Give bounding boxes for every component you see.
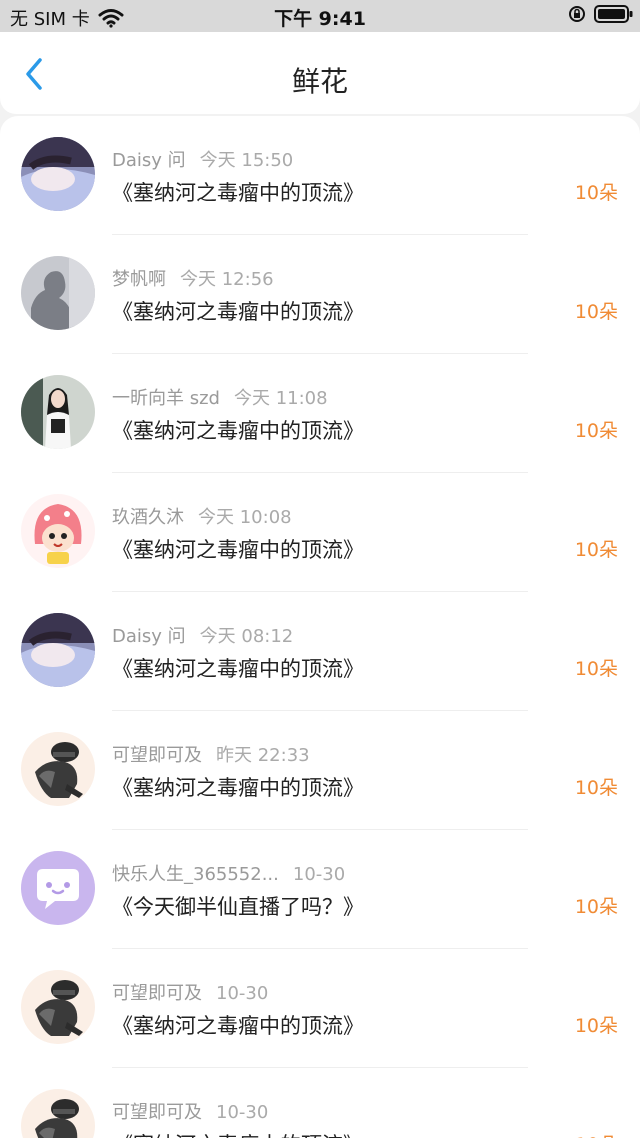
user-name: 可望即可及 <box>112 1102 202 1123</box>
book-title: 《塞纳河之毒瘤中的顶流》 <box>112 1014 364 1038</box>
gift-time: 今天 08:12 <box>199 626 294 647</box>
gift-meta: Daisy 问今天 15:50 <box>112 146 293 172</box>
gift-time: 今天 10:08 <box>198 507 292 528</box>
user-name: Daisy 问 <box>112 150 186 171</box>
book-title: 《塞纳河之毒瘤中的顶流》 <box>112 181 364 205</box>
list-item[interactable]: Daisy 问今天 15:50 《塞纳河之毒瘤中的顶流》 10朵 <box>0 116 640 235</box>
book-title: 《塞纳河之毒瘤中的顶流》 <box>112 1129 364 1138</box>
flower-gift-list: Daisy 问今天 15:50 《塞纳河之毒瘤中的顶流》 10朵 梦帆啊 今天 1… <box>0 116 640 1138</box>
list-item[interactable]: 快乐人生_365552... 10-30 《今天御半仙直播了吗？》 10朵 <box>0 830 640 949</box>
gift-meta: Daisy 问今天 08:12 <box>112 622 293 648</box>
user-name: 玖酒久沐 <box>112 507 184 528</box>
photo-avatar-icon <box>21 613 95 687</box>
gift-time: 今天 15:50 <box>199 150 294 171</box>
battery-icon <box>594 5 633 23</box>
book-title: 《塞纳河之毒瘤中的顶流》 <box>112 300 364 324</box>
shadow-avatar-icon <box>21 256 95 330</box>
gift-time: 10-30 <box>216 983 269 1004</box>
gift-time: 10-30 <box>292 864 346 885</box>
avatar <box>21 494 95 568</box>
user-name: 一昕向羊 szd <box>112 388 220 409</box>
default-chat-avatar-icon <box>21 851 95 925</box>
user-name: 可望即可及 <box>112 983 202 1004</box>
avatar <box>21 256 95 330</box>
gift-meta: 可望即可及 10-30 <box>112 1098 268 1124</box>
list-item[interactable]: 可望即可及 昨天 22:33 《塞纳河之毒瘤中的顶流》 10朵 <box>0 711 640 830</box>
user-name: 可望即可及 <box>112 745 202 766</box>
user-name: 梦帆啊 <box>112 269 166 290</box>
gift-time: 10-30 <box>216 1102 269 1123</box>
knight-avatar-icon <box>21 970 95 1044</box>
list-item[interactable]: 梦帆啊 今天 12:56 《塞纳河之毒瘤中的顶流》 10朵 <box>0 235 640 354</box>
gift-meta: 快乐人生_365552... 10-30 <box>112 860 345 886</box>
knight-avatar-icon <box>21 1089 95 1138</box>
book-title: 《今天御半仙直播了吗？》 <box>112 895 364 919</box>
flower-count: 10朵 <box>574 539 618 561</box>
list-item[interactable]: 可望即可及 10-30 《塞纳河之毒瘤中的顶流》 10朵 <box>0 949 640 1068</box>
list-item[interactable]: 玖酒久沐 今天 10:08 《塞纳河之毒瘤中的顶流》 10朵 <box>0 473 640 592</box>
clock: 下午 9:41 <box>274 8 366 30</box>
flower-count: 10朵 <box>574 182 618 204</box>
page-title: 鲜花 <box>291 65 348 98</box>
orientation-lock-icon <box>569 6 585 22</box>
status-icons <box>568 5 634 23</box>
avatar <box>21 137 95 211</box>
gift-meta: 玖酒久沐 今天 10:08 <box>112 503 292 529</box>
gift-time: 今天 11:08 <box>233 388 328 409</box>
user-name: Daisy 问 <box>112 626 186 647</box>
book-title: 《塞纳河之毒瘤中的顶流》 <box>112 419 364 443</box>
nav-bar: 鲜花 <box>0 32 640 114</box>
avatar <box>21 375 95 449</box>
flower-count: 10朵 <box>574 1015 618 1037</box>
avatar <box>21 1089 95 1138</box>
book-title: 《塞纳河之毒瘤中的顶流》 <box>112 538 364 562</box>
status-bar: 无 SIM 卡 下午 9:41 <box>0 0 640 32</box>
list-item[interactable]: 可望即可及 10-30 《塞纳河之毒瘤中的顶流》 10朵 <box>0 1068 640 1138</box>
gift-time: 今天 12:56 <box>180 269 274 290</box>
book-title: 《塞纳河之毒瘤中的顶流》 <box>112 776 364 800</box>
flower-count: 10朵 <box>574 301 618 323</box>
list-item[interactable]: Daisy 问今天 08:12 《塞纳河之毒瘤中的顶流》 10朵 <box>0 592 640 711</box>
flower-count: 10朵 <box>574 420 618 442</box>
avatar <box>21 851 95 925</box>
gift-meta: 梦帆啊 今天 12:56 <box>112 265 274 291</box>
gift-meta: 一昕向羊 szd 今天 11:08 <box>112 384 328 410</box>
gift-time: 昨天 22:33 <box>216 745 310 766</box>
girl-avatar-icon <box>21 375 95 449</box>
gift-meta: 可望即可及 10-30 <box>112 979 268 1005</box>
gift-meta: 可望即可及 昨天 22:33 <box>112 741 310 767</box>
photo-avatar-icon <box>21 137 95 211</box>
cartoon-avatar-icon <box>21 494 95 568</box>
avatar <box>21 970 95 1044</box>
user-name: 快乐人生_365552... <box>112 864 279 885</box>
book-title: 《塞纳河之毒瘤中的顶流》 <box>112 657 364 681</box>
flower-count: 10朵 <box>574 896 618 918</box>
knight-avatar-icon <box>21 732 95 806</box>
flower-count: 10朵 <box>574 777 618 799</box>
flower-count: 10朵 <box>574 658 618 680</box>
avatar <box>21 613 95 687</box>
flower-count: 10朵 <box>575 1130 618 1138</box>
avatar <box>21 732 95 806</box>
list-item[interactable]: 一昕向羊 szd 今天 11:08 《塞纳河之毒瘤中的顶流》 10朵 <box>0 354 640 473</box>
